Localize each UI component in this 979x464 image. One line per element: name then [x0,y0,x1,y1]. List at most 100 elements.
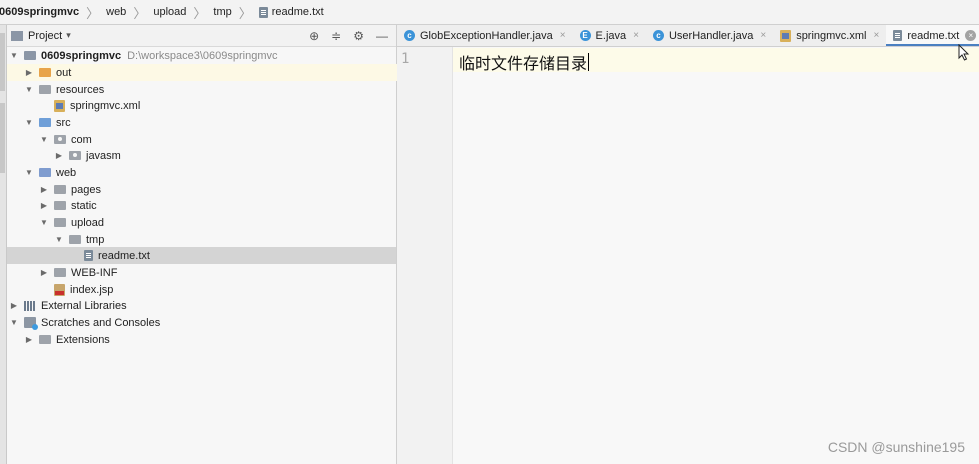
folder-icon [54,218,66,227]
tree-item-label: upload [71,216,105,229]
line-number: 1 [401,51,410,67]
folder-icon [54,268,66,277]
tree-item-resources[interactable]: ▼ resources [7,81,413,98]
breadcrumb: 0609springmvc 〉 web 〉 upload 〉 tmp 〉 rea… [0,0,979,25]
expanded-arrow-icon[interactable]: ▼ [24,85,34,94]
tree-item-readme-txt[interactable]: readme.txt [7,247,396,264]
expanded-arrow-icon[interactable]: ▼ [39,218,49,227]
collapse-all-icon[interactable]: ≑ [331,29,341,43]
tree-item-external-libraries[interactable]: ▶ External Libraries [7,297,398,314]
collapsed-arrow-icon[interactable]: ▶ [9,301,19,310]
collapsed-arrow-icon[interactable]: ▶ [24,335,34,344]
tree-item-label: Scratches and Consoles [41,316,161,329]
tree-item-root[interactable]: ▼ 0609springmvc D:\workspace3\0609springmv… [7,47,398,64]
class-icon: c [404,30,415,41]
close-icon[interactable]: × [633,30,639,41]
breadcrumb-item-file[interactable]: readme.txt [257,6,326,18]
package-icon [69,151,81,160]
mouse-pointer-icon [958,44,970,61]
breadcrumb-item-web[interactable]: web [104,6,128,18]
line-gutter: 1 [397,47,453,464]
locate-icon[interactable]: ⊕ [309,29,319,43]
expanded-arrow-icon[interactable]: ▼ [24,168,34,177]
breadcrumb-separator: 〉 [193,5,207,21]
tree-item-upload[interactable]: ▼ upload [7,214,428,231]
breadcrumb-file-label: readme.txt [271,6,324,18]
expanded-arrow-icon[interactable]: ▼ [39,135,49,144]
tool-window-tab-project[interactable] [0,33,5,91]
tree-item-web[interactable]: ▼ web [7,164,413,181]
collapsed-arrow-icon[interactable]: ▶ [39,201,49,210]
breadcrumb-item-tmp[interactable]: tmp [211,6,233,18]
tool-window-tab-structure[interactable] [0,103,5,173]
gear-icon[interactable]: ⚙ [353,29,364,43]
editor-tab-bar: c GlobExceptionHandler.java × E E.java × c Us… [397,25,979,47]
close-icon[interactable]: × [560,30,566,41]
breadcrumb-item-project[interactable]: 0609springmvc [0,6,81,18]
text-caret [588,53,590,71]
expanded-arrow-icon[interactable]: ▼ [54,235,64,244]
tree-item-label: out [56,66,72,79]
tree-item-tmp[interactable]: ▼ tmp [7,231,443,248]
collapsed-arrow-icon[interactable]: ▶ [24,68,34,77]
breadcrumb-item-upload[interactable]: upload [151,6,188,18]
tab-label: readme.txt [907,29,960,42]
tree-item-index-jsp[interactable]: index.jsp [7,281,428,298]
expanded-arrow-icon[interactable]: ▼ [24,118,34,127]
tree-item-web-inf[interactable]: ▶ WEB-INF [7,264,428,281]
collapsed-arrow-icon[interactable]: ▶ [54,151,64,160]
project-panel-title: Project [28,29,63,42]
tree-item-label: External Libraries [41,299,127,312]
tree-item-label: resources [56,83,105,96]
text-file-icon [893,30,903,41]
tree-item-label: 0609springmvc [41,49,122,62]
code-line[interactable]: 临时文件存储目录 [459,50,590,74]
tab-label: springmvc.xml [796,29,867,42]
tree-item-label: static [71,199,97,212]
close-icon[interactable]: × [873,30,879,41]
class-icon: c [652,30,664,41]
tree-item-src[interactable]: ▼ src [7,114,413,131]
tree-item-javasm[interactable]: ▶ javasm [7,147,443,164]
chevron-down-icon: ▾ [66,30,71,40]
tree-item-label: javasm [86,149,121,162]
close-icon[interactable]: × [760,30,766,41]
tree-item-label: com [71,133,92,146]
collapsed-arrow-icon[interactable]: ▶ [39,185,49,194]
text-file-icon [84,250,93,261]
resources-folder-icon [39,85,51,94]
tree-item-label: springmvc.xml [70,99,141,112]
collapsed-arrow-icon[interactable]: ▶ [39,268,49,277]
expanded-arrow-icon[interactable]: ▼ [9,51,19,60]
scratches-icon [24,317,38,330]
tree-item-com[interactable]: ▼ com [7,131,428,148]
tree-item-label: WEB-INF [71,266,118,279]
tab-user-handler[interactable]: c UserHandler.java × [646,25,773,46]
breadcrumb-separator: 〉 [238,5,252,21]
tree-item-scratches[interactable]: ▼ Scratches and Consoles [7,314,398,331]
text-file-icon [258,6,268,18]
close-icon[interactable]: × [965,30,977,41]
tab-readme-txt[interactable]: readme.txt × [886,25,979,46]
tab-glob-exception-handler[interactable]: c GlobExceptionHandler.java × [397,25,573,46]
project-panel: Project ▾ ⊕ ≑ ⚙ — ▼ 0609springmvc D:\worksp… [7,25,413,464]
tree-item-springmvc-xml[interactable]: springmvc.xml [7,97,428,114]
tree-item-static[interactable]: ▶ static [7,197,428,214]
tree-item-extensions[interactable]: ▶ Extensions [7,331,413,348]
xml-file-icon [780,29,792,42]
hide-icon[interactable]: — [376,29,388,43]
tab-label: E.java [595,29,627,42]
tree-item-out[interactable]: ▶ out [7,64,413,81]
module-path: D:\workspace3\0609springmvc [127,49,278,62]
tree-item-label: src [56,116,71,129]
tree-item-label: Extensions [56,333,110,346]
tree-item-label: readme.txt [98,249,150,262]
expanded-arrow-icon[interactable]: ▼ [9,318,19,327]
tab-springmvc-xml[interactable]: springmvc.xml × [773,25,886,46]
tab-e-java[interactable]: E E.java × [573,25,646,46]
package-icon [54,135,66,144]
folder-icon [69,235,81,244]
module-folder-icon [24,51,36,60]
project-view-selector[interactable]: Project ▾ [28,30,71,42]
tree-item-pages[interactable]: ▶ pages [7,181,428,198]
